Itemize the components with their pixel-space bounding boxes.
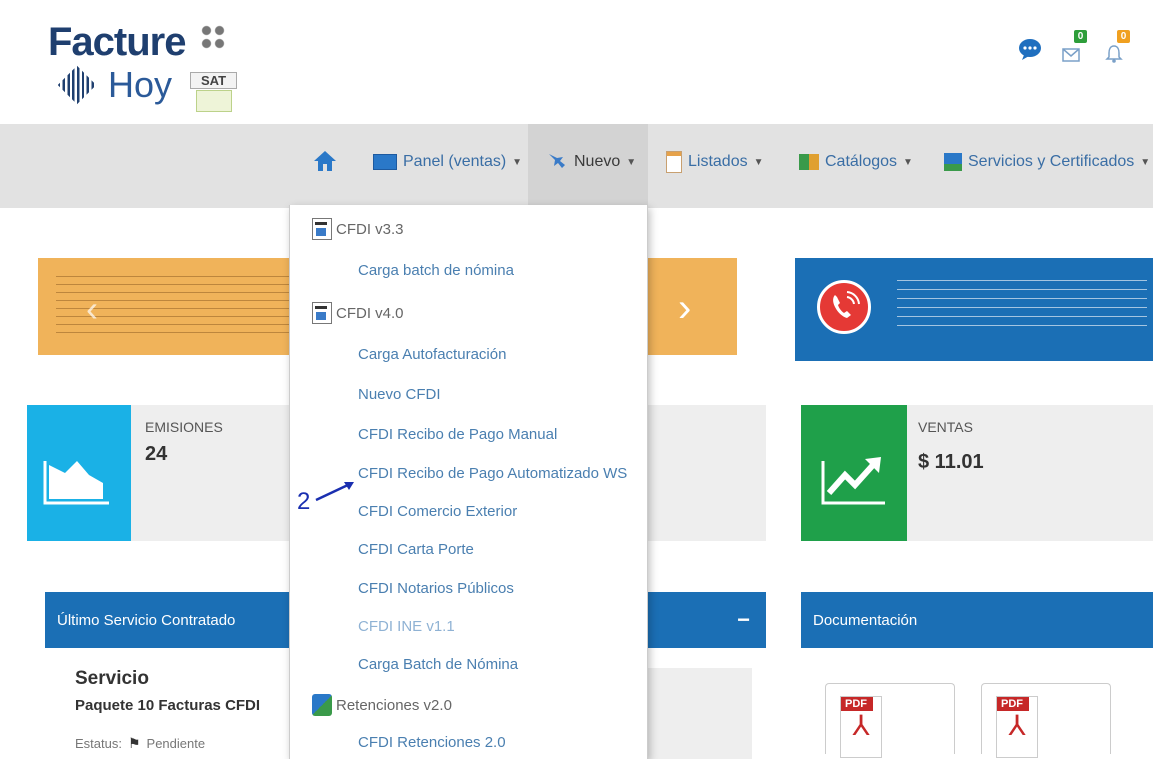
bell-icon[interactable]: 0 (1105, 30, 1153, 64)
sat-green-strip (196, 90, 232, 112)
logo-text-facture: Facture (48, 20, 186, 64)
ultimo-servicio-header: Último Servicio Contratado (45, 592, 291, 648)
nav-panel-ventas-label: Panel (ventas) (403, 153, 507, 170)
dropdown-section-cfdi-v33: CFDI v3.3 (312, 218, 404, 240)
nav-catalogos-label: Catálogos (825, 153, 898, 170)
section-label: CFDI v3.3 (336, 220, 404, 238)
menu-item-recibo-pago-automatizado[interactable]: CFDI Recibo de Pago Automatizado WS (358, 465, 627, 482)
wrench-icon (546, 150, 568, 175)
estatus-value: Pendiente (146, 736, 206, 751)
menu-item-nuevo-cfdi[interactable]: Nuevo CFDI (358, 386, 441, 403)
servicio-name: Paquete 10 Facturas CFDI (75, 697, 261, 714)
pdf-label-2: PDF (997, 697, 1029, 711)
document-icon (312, 218, 332, 240)
document-icon (312, 302, 332, 324)
menu-item-carga-batch-nomina[interactable]: Carga batch de nómina (358, 262, 514, 279)
acrobat-mark: ⅄ (852, 710, 870, 741)
nav-catalogos[interactable]: Catálogos ▼ (799, 147, 913, 177)
menu-item-carta-porte[interactable]: CFDI Carta Porte (358, 541, 474, 558)
ventas-label: VENTAS (918, 419, 973, 435)
notice-banner-blue (795, 258, 1153, 361)
documentacion-header: Documentación (801, 592, 1153, 648)
mail-count-badge: 0 (1074, 30, 1087, 43)
collapse-button[interactable]: − (737, 607, 750, 633)
banner-next-arrow[interactable]: › (678, 286, 691, 331)
ultimo-servicio-title: Último Servicio Contratado (57, 611, 236, 629)
menu-item-retenciones-20[interactable]: CFDI Retenciones 2.0 (358, 734, 506, 751)
pdf-icon: PDF ⅄ (996, 696, 1038, 758)
pdf-icon: PDF ⅄ (840, 696, 882, 758)
estatus-label: Estatus: (75, 736, 122, 751)
chevron-down-icon: ▼ (753, 156, 764, 168)
menu-item-comercio-exterior[interactable]: CFDI Comercio Exterior (358, 503, 517, 520)
chevron-down-icon: ▼ (903, 156, 913, 168)
logo-text-hoy: Hoy (108, 64, 173, 105)
nav-nuevo[interactable]: Nuevo ▼ (546, 147, 636, 177)
dropdown-section-cfdi-v40: CFDI v4.0 (312, 302, 404, 324)
pdf-label-1: PDF (841, 697, 873, 711)
nav-servicios-certificados[interactable]: Servicios y Certificados ▼ (944, 147, 1150, 177)
menu-item-notarios-publicos[interactable]: CFDI Notarios Públicos (358, 580, 514, 597)
menu-item-carga-autofacturacion[interactable]: Carga Autofacturación (358, 346, 506, 363)
middle-panel-header: − (646, 592, 766, 648)
emisiones-value: 24 (145, 443, 168, 465)
acrobat-mark: ⅄ (1008, 710, 1026, 741)
nav-servicios-label: Servicios y Certificados (968, 153, 1135, 170)
sat-label: SAT (190, 72, 237, 89)
chat-bubble-icon[interactable] (1018, 38, 1042, 60)
ventas-tile-icon (801, 405, 907, 541)
catalog-icon (799, 154, 819, 170)
middle-panel-body (646, 668, 752, 759)
banner-prev-arrow[interactable]: ‹ (86, 288, 98, 330)
sat-logo: SAT (190, 20, 237, 116)
logo-grid-icon (57, 65, 97, 105)
logo[interactable]: Facture Hoy (48, 20, 186, 110)
documentacion-title: Documentación (813, 611, 918, 629)
list-icon (666, 151, 682, 173)
annotation-arrow-icon (314, 478, 358, 504)
mail-icon[interactable]: 0 (1062, 30, 1088, 64)
middle-stat-panel (646, 405, 766, 541)
chevron-down-icon: ▼ (626, 156, 637, 168)
menu-item-recibo-pago-manual[interactable]: CFDI Recibo de Pago Manual (358, 426, 557, 443)
nav-listados-label: Listados (688, 153, 748, 170)
emisiones-label: EMISIONES (145, 419, 223, 435)
chevron-down-icon: ▼ (1140, 156, 1151, 168)
menu-item-carga-batch-nomina-v4[interactable]: Carga Batch de Nómina (358, 656, 518, 673)
phone-icon (817, 280, 871, 334)
pdf-card-2[interactable]: PDF ⅄ (981, 683, 1111, 758)
home-icon[interactable] (312, 148, 338, 174)
bell-count-badge: 0 (1117, 30, 1130, 43)
menu-item-cfdi-ine[interactable]: CFDI INE v1.1 (358, 618, 455, 635)
annotation-number: 2 (297, 488, 311, 515)
estatus-row: Estatus: ⚑ Pendiente (75, 735, 205, 752)
nav-nuevo-label: Nuevo (574, 153, 621, 170)
chevron-down-icon: ▼ (512, 156, 523, 168)
emisiones-tile-icon (27, 405, 131, 541)
servicio-heading: Servicio (75, 668, 149, 689)
dashboard-icon (373, 154, 397, 170)
sat-dots-icon (200, 24, 226, 50)
dropdown-section-retenciones: Retenciones v2.0 (312, 694, 452, 716)
pdf-card-1[interactable]: PDF ⅄ (825, 683, 955, 758)
banner-blue-text (897, 280, 1147, 334)
certificate-icon (944, 153, 962, 171)
nav-listados[interactable]: Listados ▼ (666, 147, 764, 177)
nav-panel-ventas[interactable]: Panel (ventas) ▼ (373, 147, 522, 177)
section-label: Retenciones v2.0 (336, 696, 452, 714)
ventas-value: $ 11.01 (918, 451, 984, 473)
flag-icon: ⚑ (127, 735, 141, 751)
retenciones-icon (312, 694, 332, 716)
section-label: CFDI v4.0 (336, 304, 404, 322)
